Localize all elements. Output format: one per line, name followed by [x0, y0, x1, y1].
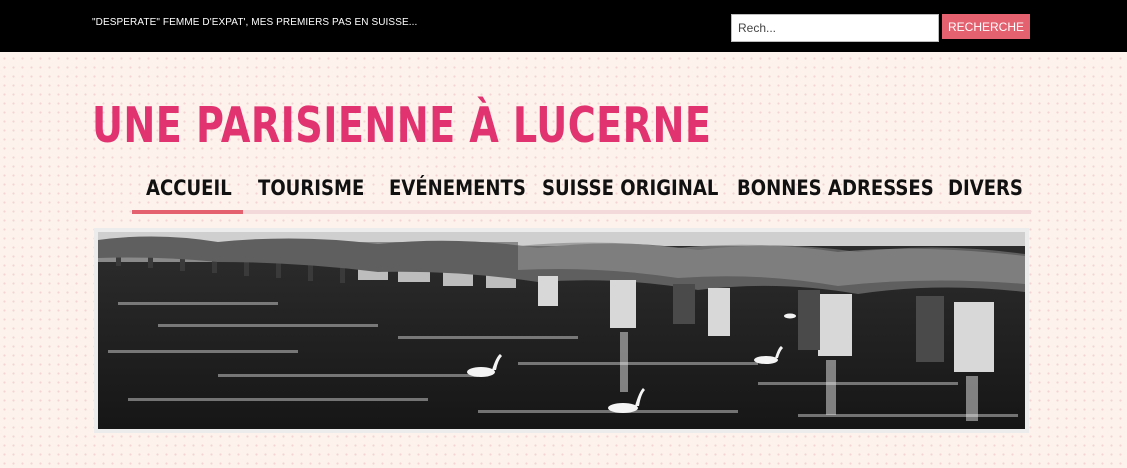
site-tagline: "DESPERATE" FEMME D'EXPAT', MES PREMIERS…: [92, 17, 418, 28]
banner-photo: [98, 232, 1025, 429]
search-input[interactable]: [731, 14, 939, 42]
nav-item-label: SUISSE ORIGINAL: [542, 176, 719, 200]
nav-item-label: BONNES ADRESSES: [737, 176, 934, 200]
nav-item-accueil[interactable]: ACCUEIL: [132, 168, 243, 214]
nav-item-label: TOURISME: [258, 176, 365, 200]
nav-item-divers[interactable]: DIVERS: [948, 168, 1035, 214]
main-nav: ACCUEIL TOURISME EVÉNEMENTS SUISSE ORIGI…: [132, 168, 1031, 214]
top-bar: "DESPERATE" FEMME D'EXPAT', MES PREMIERS…: [0, 0, 1127, 52]
nav-item-evenements[interactable]: EVÉNEMENTS: [389, 168, 548, 214]
nav-item-label: ACCUEIL: [146, 176, 232, 200]
search-button[interactable]: RECHERCHE: [942, 14, 1030, 39]
nav-item-label: EVÉNEMENTS: [389, 176, 526, 200]
site-title[interactable]: UNE PARISIENNE À LUCERNE: [92, 86, 711, 166]
nav-item-bonnes-adresses[interactable]: BONNES ADRESSES: [737, 168, 966, 214]
header-banner: [94, 228, 1029, 433]
nav-item-label: DIVERS: [948, 176, 1023, 200]
nav-item-tourisme[interactable]: TOURISME: [258, 168, 382, 214]
nav-item-suisse-original[interactable]: SUISSE ORIGINAL: [542, 168, 747, 214]
